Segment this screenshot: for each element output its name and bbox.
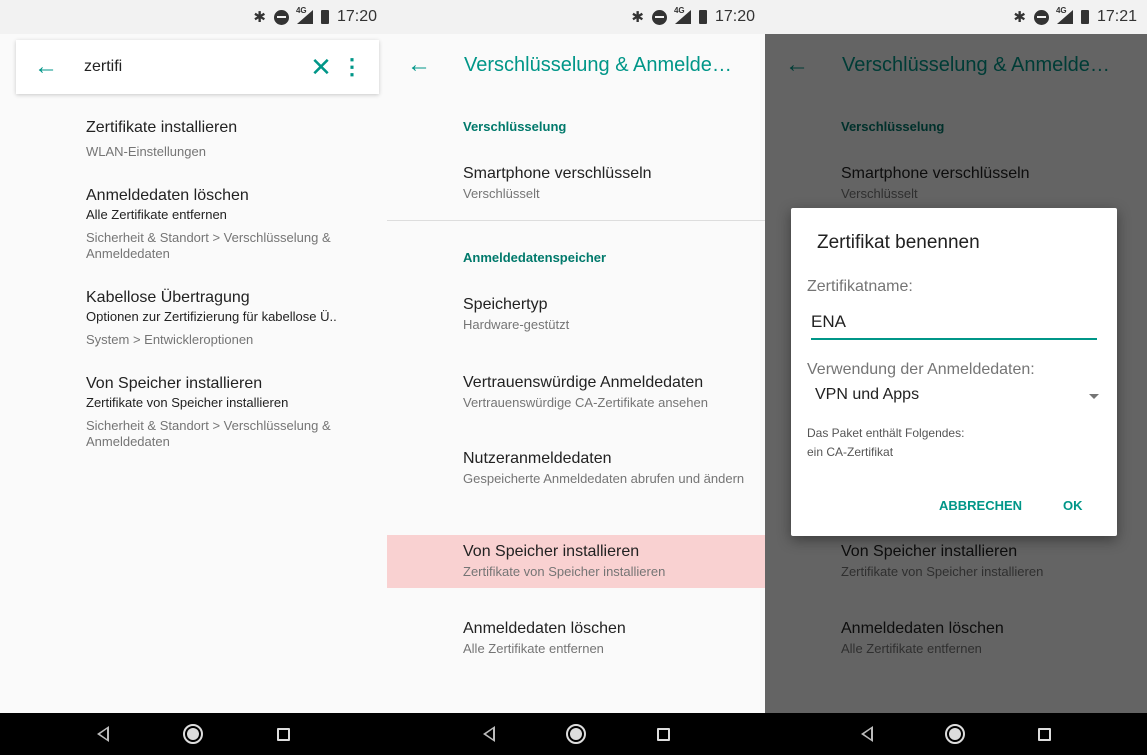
item-summary: Verschlüsselt [463, 186, 540, 201]
result-title: Von Speicher installieren [86, 375, 263, 392]
result-title: Kabellose Übertragung [86, 289, 250, 306]
search-bar: ← zertifi ✕ ⋮ [16, 40, 379, 94]
result-summary: Alle Zertifikate entfernen [86, 207, 227, 222]
section-header: Verschlüsselung [463, 119, 567, 134]
settings-screen: ✱ 4G 17:20 ← Verschlüsselung & Anmelde… … [387, 0, 765, 755]
nav-back-icon[interactable] [97, 726, 109, 742]
status-bar: ✱ 4G 17:21 [765, 0, 1147, 34]
status-bar: ✱ 4G 17:20 [0, 0, 387, 34]
battery-icon [698, 10, 707, 24]
more-icon[interactable]: ⋮ [341, 54, 363, 80]
dialog-screen: ✱ 4G 17:21 ← Verschlüsselung & Anmelde… … [765, 0, 1147, 755]
result-path: WLAN-Einstellungen [86, 144, 206, 159]
page-title: Verschlüsselung & Anmelde… [464, 53, 732, 76]
bluetooth-icon: ✱ [1013, 9, 1026, 26]
item-summary: Gespeicherte Anmeldedaten abrufen und än… [463, 471, 745, 486]
item-title: Smartphone verschlüsseln [463, 165, 652, 182]
result-summary: Zertifikate von Speicher installieren [86, 395, 289, 410]
clear-icon[interactable]: ✕ [301, 52, 341, 83]
nav-recent-icon[interactable] [656, 727, 670, 741]
nav-recent-icon[interactable] [1037, 727, 1051, 741]
dialog-title: Zertifikat benennen [817, 232, 980, 253]
bluetooth-icon: ✱ [631, 9, 644, 26]
item-summary: Alle Zertifikate entfernen [463, 641, 604, 656]
section-header: Anmeldedatenspeicher [463, 250, 607, 265]
signal-icon: 4G [296, 6, 313, 24]
usage-dropdown[interactable]: VPN und Apps [815, 386, 1099, 404]
nav-back-icon[interactable] [861, 726, 874, 742]
dnd-icon [1033, 9, 1049, 25]
dnd-icon [273, 9, 289, 25]
result-title: Anmeldedaten löschen [86, 187, 249, 204]
certificate-name-input[interactable]: ENA [811, 312, 1097, 340]
info-line: Das Paket enthält Folgendes: [807, 426, 965, 440]
ok-button[interactable]: OK [1063, 498, 1083, 513]
status-bar: ✱ 4G 17:20 [387, 0, 765, 34]
search-result[interactable]: Anmeldedaten löschen Alle Zertifikate en… [86, 186, 377, 262]
result-summary: Optionen zur Zertifizierung für kabellos… [86, 309, 337, 324]
app-bar: ← Verschlüsselung & Anmelde… [387, 34, 765, 96]
search-results: Zertifikate installieren WLAN-Einstellun… [86, 118, 377, 476]
dropdown-caret-icon [1089, 394, 1099, 399]
search-result[interactable]: Von Speicher installieren Zertifikate vo… [86, 374, 377, 450]
item-summary: Vertrauenswürdige CA-Zertifikate ansehen [463, 395, 708, 410]
back-arrow-icon[interactable]: ← [34, 53, 84, 81]
battery-icon [1080, 10, 1089, 24]
item-title: Speichertyp [463, 296, 548, 313]
cancel-button[interactable]: ABBRECHEN [939, 498, 1022, 513]
item-title: Anmeldedaten löschen [463, 620, 626, 637]
navigation-bar [0, 713, 387, 755]
search-result[interactable]: Kabellose Übertragung Optionen zur Zerti… [86, 288, 377, 348]
signal-icon: 4G [1056, 6, 1073, 24]
network-type: 4G [673, 6, 685, 15]
clock: 17:21 [1096, 8, 1137, 25]
info-line: ein CA-Zertifikat [807, 445, 894, 459]
clock: 17:20 [336, 8, 377, 25]
item-title: Nutzeranmeldedaten [463, 450, 612, 467]
item-summary: Zertifikate von Speicher installieren [463, 564, 666, 579]
result-path: System > Entwickleroptionen [86, 332, 254, 347]
setting-item[interactable]: Speichertyp Hardware-gestützt [387, 295, 765, 333]
network-type: 4G [1055, 6, 1067, 15]
network-type: 4G [295, 6, 307, 15]
item-title: Von Speicher installieren [463, 543, 640, 560]
signal-icon: 4G [674, 6, 691, 24]
result-path: Sicherheit & Standort > Verschlüsselung … [86, 230, 331, 261]
back-arrow-icon[interactable]: ← [407, 51, 464, 79]
setting-item[interactable]: Anmeldedaten löschen Alle Zertifikate en… [387, 619, 765, 657]
search-result[interactable]: Zertifikate installieren WLAN-Einstellun… [86, 118, 377, 160]
setting-item-highlighted[interactable]: Von Speicher installieren Zertifikate vo… [387, 535, 765, 588]
divider [387, 220, 765, 221]
search-input[interactable]: zertifi [84, 58, 301, 76]
bluetooth-icon: ✱ [253, 9, 266, 26]
name-label: Zertifikatname: [807, 278, 913, 295]
nav-back-icon[interactable] [482, 726, 495, 742]
usage-label: Verwendung der Anmeldedaten: [807, 361, 1035, 378]
item-summary: Hardware-gestützt [463, 317, 570, 332]
setting-item[interactable]: Vertrauenswürdige Anmeldedaten Vertrauen… [387, 373, 765, 411]
clock: 17:20 [714, 8, 755, 25]
navigation-bar [765, 713, 1147, 755]
setting-item[interactable]: Nutzeranmeldedaten Gespeicherte Anmelded… [387, 449, 765, 487]
battery-icon [320, 10, 329, 24]
result-title: Zertifikate installieren [86, 119, 238, 136]
usage-value: VPN und Apps [815, 386, 920, 403]
nav-home-icon[interactable] [183, 724, 203, 744]
name-certificate-dialog: Zertifikat benennen Zertifikatname: ENA … [791, 208, 1117, 536]
item-title: Vertrauenswürdige Anmeldedaten [463, 374, 704, 391]
setting-item[interactable]: Smartphone verschlüsseln Verschlüsselt [387, 164, 765, 202]
dnd-icon [651, 9, 667, 25]
nav-home-icon[interactable] [565, 724, 586, 744]
package-info: Das Paket enthält Folgendes: ein CA-Zert… [807, 424, 964, 462]
result-path: Sicherheit & Standort > Verschlüsselung … [86, 418, 331, 449]
navigation-bar [387, 713, 765, 755]
nav-recent-icon[interactable] [277, 727, 290, 741]
search-screen: ✱ 4G 17:20 ← zertifi ✕ ⋮ Zertifikate ins… [0, 0, 387, 755]
nav-home-icon[interactable] [945, 724, 966, 744]
